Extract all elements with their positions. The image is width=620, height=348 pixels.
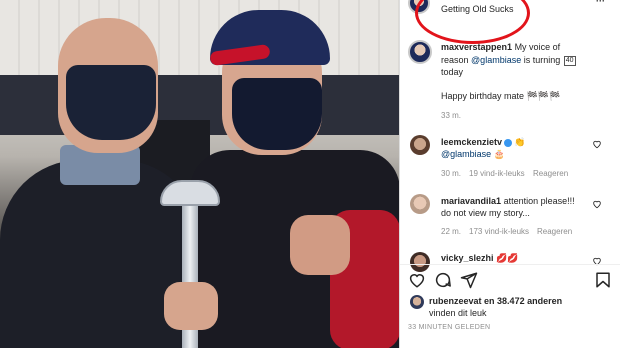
caption-birthday-text: Happy birthday mate	[441, 91, 525, 101]
trophy-cup	[160, 180, 220, 206]
comment-2-line-1: mariavandila1 attention please!!!	[441, 195, 575, 207]
comment-1-likes[interactable]: 19 vind-ik-leuks	[469, 169, 525, 178]
more-options-icon[interactable]: ···	[596, 0, 605, 7]
person-right-fist	[290, 215, 350, 275]
comment-avatar-mariavandila1[interactable]	[410, 194, 430, 214]
caption-line-2: reason @glambiase is turning 40	[441, 54, 577, 66]
comment-1-line-1: leemckenzietv 👏	[441, 136, 525, 148]
verified-badge-icon	[504, 138, 513, 147]
liker-avatar[interactable]	[410, 295, 424, 309]
comment-2-username[interactable]: mariavandila1	[441, 196, 501, 206]
likes-line-2: vinden dit leuk	[429, 308, 487, 318]
person-left-mask	[66, 65, 156, 140]
likes-line-1: rubenzeevat en 38.472 anderen	[429, 295, 562, 307]
caption-part-4: today	[441, 67, 464, 77]
post-photo[interactable]	[0, 0, 400, 348]
comment-2-reply-button[interactable]: Reageren	[537, 227, 572, 236]
caption-mention[interactable]: @glambiase	[471, 55, 521, 65]
comment-1-reply-button[interactable]: Reageren	[533, 169, 568, 178]
comment-1-time: 30 m.	[441, 169, 462, 178]
top-caption-text: Getting Old Sucks	[441, 4, 514, 14]
author-avatar[interactable]	[408, 40, 432, 64]
likes-count[interactable]: en 38.472 anderen	[484, 296, 562, 306]
caption-line-3: Happy birthday mate 🏁🏁🏁	[441, 90, 560, 102]
comment-bubble-icon[interactable]	[434, 271, 452, 289]
comment-2-time: 22 m.	[441, 227, 462, 236]
comment-2-like-icon[interactable]	[592, 199, 602, 209]
comment-2-likes[interactable]: 173 vind-ik-leuks	[469, 227, 529, 236]
liker-username[interactable]: rubenzeevat	[429, 296, 482, 306]
caption-part-2: reason	[441, 55, 469, 65]
like-heart-icon[interactable]	[408, 271, 426, 289]
author-username[interactable]: maxverstappen1	[441, 42, 512, 52]
comment-1-line-2: @glambiase 🎂	[441, 148, 505, 160]
comment-2-text-1: attention please!!!	[503, 196, 575, 206]
caption-part-3: is turning	[523, 55, 561, 65]
person-left-hand	[164, 282, 218, 330]
comment-avatar-leemckenzietv[interactable]	[410, 135, 430, 155]
caption-emojis: 🏁🏁🏁	[526, 91, 561, 101]
caption-part-1: My voice of	[514, 42, 561, 52]
share-send-icon[interactable]	[460, 271, 478, 289]
comment-1-emoji-2: 🎂	[493, 149, 505, 159]
comment-1-emoji: 👏	[514, 137, 526, 147]
comment-3-username[interactable]: vicky_slezhi	[441, 253, 494, 263]
comment-3-emoji: 💋💋	[496, 253, 519, 263]
caption-line-1: maxverstappen1 My voice of	[441, 41, 560, 53]
comment-1-mention[interactable]: @glambiase	[441, 149, 491, 159]
actions-divider	[400, 264, 620, 265]
caption-time: 33 m.	[441, 111, 462, 120]
comment-1-like-icon[interactable]	[592, 139, 602, 149]
person-right-mask	[232, 78, 322, 150]
comment-avatar-vicky-slezhi[interactable]	[410, 252, 430, 272]
caption-number: 40	[563, 55, 576, 66]
comment-2-text-2: do not view my story...	[441, 208, 530, 218]
comment-3-line-1: vicky_slezhi 💋💋	[441, 252, 518, 264]
save-bookmark-icon[interactable]	[594, 271, 612, 289]
post-timestamp[interactable]: 33 MINUTEN GELEDEN	[408, 324, 490, 331]
comment-1-username[interactable]: leemckenzietv	[441, 137, 502, 147]
